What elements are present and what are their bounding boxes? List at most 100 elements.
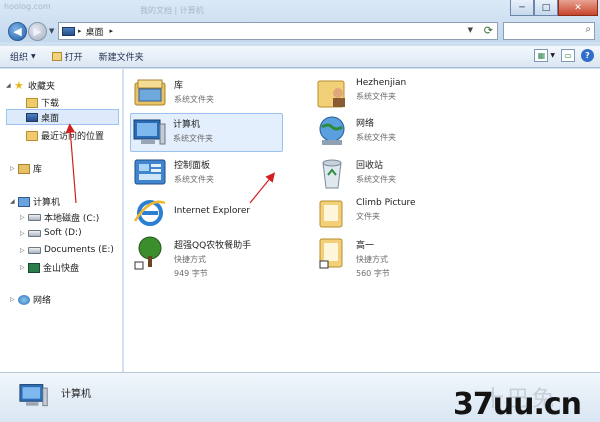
address-dropdown-icon[interactable]: ▼ — [468, 26, 473, 34]
list-item[interactable]: 控制面板 系统文件夹 — [132, 155, 302, 195]
item-name: 网络 — [356, 119, 375, 129]
list-item[interactable]: 计算机 系统文件夹 — [130, 113, 283, 152]
sidebar-item-label: 库 — [33, 165, 43, 175]
status-text: 计算机 — [61, 389, 91, 400]
hard-drive-icon — [28, 229, 41, 237]
sidebar-item-label: 金山快盘 — [43, 264, 80, 274]
list-item[interactable]: Internet Explorer — [132, 195, 302, 235]
hard-drive-icon — [28, 214, 41, 221]
list-item[interactable]: 回收站 系统文件夹 — [314, 155, 484, 195]
breadcrumb-separator[interactable]: ▸ — [78, 27, 82, 35]
new-folder-label: 新建文件夹 — [98, 53, 144, 63]
collapse-triangle-icon[interactable]: ◢ — [6, 82, 14, 89]
list-item[interactable]: 超强QQ农牧餐助手 快捷方式 949 字节 — [132, 235, 302, 279]
refresh-icon[interactable]: ⟳ — [484, 24, 493, 37]
internet-explorer-icon — [133, 200, 166, 226]
list-item[interactable]: 高一 快捷方式 560 字节 — [314, 235, 484, 279]
desktop-icon — [26, 112, 38, 122]
sidebar-item-label: 桌面 — [41, 113, 60, 124]
sidebar-item-computer[interactable]: ◢ 计算机 — [10, 195, 60, 208]
desktop-icon — [62, 26, 75, 36]
forward-button[interactable]: ▶ — [28, 22, 47, 41]
watermark: 37uu.cn — [453, 387, 582, 422]
recycle-bin-icon — [322, 159, 342, 189]
collapse-triangle-icon[interactable]: ◢ — [10, 198, 18, 205]
library-icon — [18, 163, 30, 174]
expand-triangle-icon[interactable]: ▷ — [20, 214, 28, 221]
item-name: 回收站 — [356, 161, 384, 171]
sidebar-item-label: 本地磁盘 (C:) — [44, 214, 100, 224]
organize-label: 组织 — [10, 53, 29, 63]
list-item[interactable]: 网络 系统文件夹 — [314, 113, 484, 153]
item-type: 系统文件夹 — [356, 175, 396, 184]
computer-icon — [133, 119, 166, 145]
organize-button[interactable]: 组织 ▼ — [10, 50, 36, 63]
expand-triangle-icon[interactable]: ▷ — [20, 264, 28, 271]
item-type: 系统文件夹 — [356, 92, 396, 101]
view-dropdown-icon[interactable]: ▼ — [550, 52, 555, 59]
list-item[interactable]: Climb Picture 文件夹 — [314, 195, 484, 235]
item-name: 库 — [174, 81, 184, 91]
item-name: 高一 — [356, 241, 375, 251]
recent-pages-dropdown[interactable]: ▼ — [49, 27, 54, 35]
open-label: 打开 — [64, 53, 83, 63]
command-bar: 组织 ▼ 打开 新建文件夹 ▦ ▼ ▭ ? — [0, 46, 600, 68]
sidebar-item-kuaipan[interactable]: ▷ 金山快盘 — [20, 261, 79, 274]
item-name: 控制面板 — [174, 161, 211, 171]
sidebar-item-drive-d[interactable]: ▷ Soft (D:) — [20, 228, 82, 238]
list-item[interactable]: 库系统文件夹 — [132, 75, 302, 115]
user-folder-icon — [317, 80, 345, 108]
preview-pane-icon[interactable]: ▭ — [561, 49, 575, 62]
computer-icon — [18, 196, 30, 207]
maximize-button[interactable]: □ — [534, 0, 558, 16]
network-icon — [319, 116, 345, 145]
breadcrumb-desktop[interactable]: 桌面 — [86, 25, 104, 38]
arrow-right-icon: ▶ — [33, 25, 42, 38]
open-folder-icon — [51, 52, 62, 61]
navigation-pane: ◢ ★ 收藏夹 下载 桌面 最近访问的位置 ▷ 库 ◢ 计算机 ▷ 本地磁盘 (… — [0, 69, 123, 372]
help-icon[interactable]: ? — [581, 49, 594, 62]
item-type: 系统文件夹 — [174, 175, 214, 184]
change-view-icon[interactable]: ▦ — [534, 49, 549, 62]
search-icon[interactable]: ⌕ — [585, 24, 591, 35]
cloud-drive-icon — [28, 262, 40, 273]
back-button[interactable]: ◀ — [8, 22, 27, 41]
sidebar-item-libraries[interactable]: ▷ 库 — [10, 162, 42, 175]
faded-tab-title: 我的文档 | 计算机 — [140, 6, 204, 15]
sidebar-item-downloads[interactable]: 下载 — [26, 96, 59, 109]
item-type: 系统文件夹 — [174, 95, 214, 104]
chevron-down-icon: ▼ — [31, 53, 36, 60]
search-input[interactable]: ⌕ — [503, 22, 595, 40]
minimize-button[interactable]: ─ — [510, 0, 534, 16]
sidebar-item-favorites[interactable]: ◢ ★ 收藏夹 — [6, 79, 55, 92]
sidebar-item-drive-e[interactable]: ▷ Documents (E:) — [20, 245, 114, 255]
sidebar-item-label: Soft (D:) — [44, 228, 82, 238]
item-name: Climb Picture — [356, 198, 416, 208]
sidebar-item-recent[interactable]: 最近访问的位置 — [26, 129, 104, 142]
expand-triangle-icon[interactable]: ▷ — [20, 247, 28, 254]
computer-icon — [19, 384, 48, 407]
close-button[interactable]: ✕ — [558, 0, 598, 16]
sidebar-item-desktop[interactable]: 桌面 — [6, 109, 119, 125]
folder-icon — [319, 200, 343, 228]
new-folder-button[interactable]: 新建文件夹 — [99, 50, 144, 63]
expand-triangle-icon[interactable]: ▷ — [20, 230, 28, 237]
recent-places-icon — [26, 130, 38, 141]
expand-triangle-icon[interactable]: ▷ — [10, 165, 18, 172]
address-bar[interactable]: ▸ 桌面 ▸ ▼ ⟳ — [58, 22, 498, 40]
sidebar-item-label: 计算机 — [33, 198, 61, 208]
item-name: 超强QQ农牧餐助手 — [174, 241, 252, 251]
list-item[interactable]: Hezhenjian 系统文件夹 — [314, 75, 484, 115]
open-button[interactable]: 打开 — [51, 50, 83, 63]
sidebar-item-label: 最近访问的位置 — [41, 132, 105, 142]
sidebar-item-network[interactable]: ▷ 网络 — [10, 293, 51, 306]
hard-drive-icon — [28, 246, 41, 254]
item-name: 计算机 — [173, 120, 201, 130]
item-type: 系统文件夹 — [356, 133, 396, 142]
sidebar-item-drive-c[interactable]: ▷ 本地磁盘 (C:) — [20, 211, 99, 224]
breadcrumb-arrow-icon[interactable]: ▸ — [110, 27, 114, 35]
item-name: Internet Explorer — [174, 206, 251, 216]
file-list: 库系统文件夹 Hezhenjian 系统文件夹 计算机 系统文件夹 网络 系统文件夹 — [124, 69, 600, 372]
window-controls: ─ □ ✕ — [510, 0, 598, 16]
expand-triangle-icon[interactable]: ▷ — [10, 296, 18, 303]
